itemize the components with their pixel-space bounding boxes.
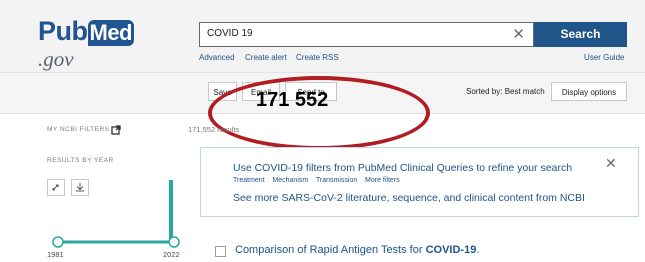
result-checkbox[interactable] <box>215 246 226 257</box>
covid-filter-links: Treatment Mechanism Transmission More fi… <box>233 177 400 184</box>
create-alert-link[interactable]: Create alert <box>245 53 287 62</box>
search-button[interactable]: Search <box>534 22 627 47</box>
user-guide-link[interactable]: User Guide <box>584 53 624 62</box>
sort-label[interactable]: Sorted by: Best match <box>466 87 545 96</box>
logo-gov: .gov <box>38 47 74 71</box>
pubmed-logo[interactable]: PubMed .gov <box>38 16 168 71</box>
filter-treatment[interactable]: Treatment <box>233 177 265 184</box>
my-ncbi-filters-label: MY NCBI FILTERS <box>47 126 110 133</box>
filter-more[interactable]: More filters <box>365 177 400 184</box>
clinical-queries-link[interactable]: Use COVID-19 filters from PubMed Clinica… <box>233 162 572 174</box>
filter-transmission[interactable]: Transmission <box>316 177 357 184</box>
sars-cov-2-link[interactable]: See more SARS-CoV-2 literature, sequence… <box>233 192 585 204</box>
logo-med: Med <box>87 20 134 46</box>
display-options-button[interactable]: Display options <box>551 82 627 101</box>
close-icon[interactable]: ✕ <box>605 155 617 172</box>
create-rss-link[interactable]: Create RSS <box>296 53 339 62</box>
results-by-year-label: RESULTS BY YEAR <box>47 157 114 164</box>
histogram-bar-2022 <box>169 180 173 242</box>
external-link-icon[interactable] <box>111 122 121 135</box>
year-start-label: 1981 <box>47 250 64 259</box>
range-start-handle[interactable] <box>52 236 64 248</box>
search-input[interactable]: COVID 19 ✕ <box>199 22 534 47</box>
range-end-handle[interactable] <box>168 236 180 248</box>
advanced-link[interactable]: Advanced <box>199 53 235 62</box>
search-input-value: COVID 19 <box>207 28 253 39</box>
annotation-ellipse <box>208 76 430 150</box>
filter-mechanism[interactable]: Mechanism <box>272 177 308 184</box>
year-histogram[interactable] <box>40 170 195 250</box>
year-end-label: 2022 <box>163 250 180 259</box>
clear-icon[interactable]: ✕ <box>512 26 525 43</box>
result-title-link[interactable]: Comparison of Rapid Antigen Tests for CO… <box>235 244 479 256</box>
logo-pub: Pub <box>38 16 88 46</box>
results-count: 171,552 results <box>188 125 240 134</box>
annotation-count: 171 552 <box>256 89 329 111</box>
